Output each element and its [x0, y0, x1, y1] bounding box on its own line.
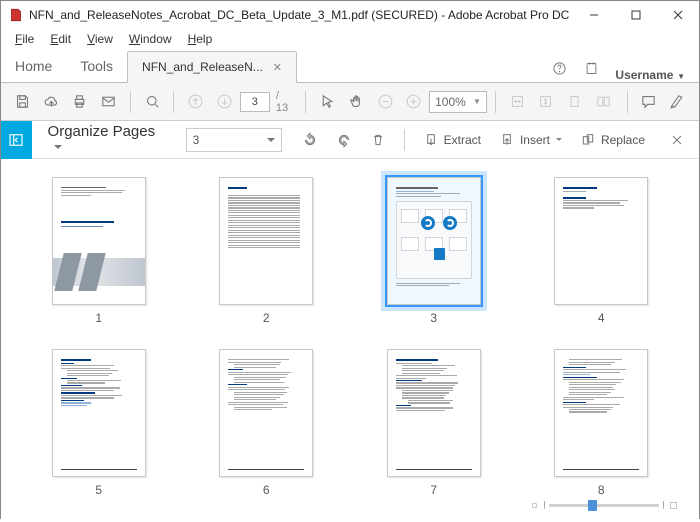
- signin-button[interactable]: Username ▼: [607, 67, 699, 82]
- zoom-out-button[interactable]: [372, 88, 399, 116]
- page-thumbnail-6[interactable]: 6: [197, 349, 337, 497]
- replace-button[interactable]: Replace: [574, 127, 651, 153]
- fit-page-button[interactable]: [533, 88, 560, 116]
- insert-label: Insert: [520, 133, 550, 147]
- zoom-value: 100%: [435, 95, 466, 109]
- page-num-label: 6: [263, 483, 270, 497]
- thumbnail-zoom-slider[interactable]: [529, 498, 679, 512]
- thumbnail-pane: 1 2: [1, 159, 699, 522]
- highlight-button[interactable]: [664, 88, 691, 116]
- search-button[interactable]: [139, 88, 166, 116]
- tab-close-icon[interactable]: ✕: [273, 61, 282, 74]
- tab-document-label: NFN_and_ReleaseN...: [142, 60, 263, 74]
- page-num-label: 5: [95, 483, 102, 497]
- close-organize-button[interactable]: [663, 127, 691, 153]
- zoom-in-button[interactable]: [400, 88, 427, 116]
- rotate-ccw-button[interactable]: [296, 127, 324, 153]
- email-button[interactable]: [95, 88, 122, 116]
- page-num-label: 1: [95, 311, 102, 325]
- select-tool[interactable]: [314, 88, 341, 116]
- view-single-button[interactable]: [561, 88, 588, 116]
- menu-file[interactable]: File: [7, 30, 42, 48]
- page-thumbnail-1[interactable]: 1: [29, 177, 169, 325]
- page-num-label: 7: [430, 483, 437, 497]
- app-icon: [9, 8, 23, 22]
- menu-edit[interactable]: Edit: [42, 30, 79, 48]
- page-thumbnail-2[interactable]: 2: [197, 177, 337, 325]
- notifications-button[interactable]: [577, 54, 605, 82]
- zoom-small-icon: [529, 500, 540, 511]
- page-num-label: 2: [263, 311, 270, 325]
- print-button[interactable]: [66, 88, 93, 116]
- tab-document[interactable]: NFN_and_ReleaseN... ✕: [127, 51, 297, 83]
- hand-tool[interactable]: [343, 88, 370, 116]
- prev-page-button[interactable]: [182, 88, 209, 116]
- next-page-button[interactable]: [211, 88, 238, 116]
- page-thumbnail-7[interactable]: 7: [364, 349, 504, 497]
- window-title: NFN_and_ReleaseNotes_Acrobat_DC_Beta_Upd…: [29, 8, 573, 22]
- comment-button[interactable]: [636, 88, 663, 116]
- save-button[interactable]: [9, 88, 36, 116]
- menu-help[interactable]: Help: [180, 30, 221, 48]
- page-range-value: 3: [193, 133, 200, 147]
- cloud-button[interactable]: [38, 88, 65, 116]
- page-num-label: 4: [598, 311, 605, 325]
- zoom-large-icon: [668, 500, 679, 511]
- rotate-cw-button[interactable]: [330, 127, 358, 153]
- help-button[interactable]: [545, 54, 573, 82]
- delete-page-button[interactable]: [364, 127, 392, 153]
- extract-button[interactable]: Extract: [417, 127, 487, 153]
- page-number-input[interactable]: [240, 92, 270, 112]
- maximize-button[interactable]: [615, 1, 657, 29]
- view-double-button[interactable]: [590, 88, 617, 116]
- page-total: / 13: [272, 90, 298, 114]
- page-num-label: 3: [430, 311, 437, 325]
- tab-home[interactable]: Home: [1, 50, 66, 82]
- side-panel-toggle[interactable]: [1, 121, 32, 159]
- minimize-button[interactable]: [573, 1, 615, 29]
- insert-button[interactable]: Insert: [493, 127, 568, 153]
- extract-label: Extract: [444, 133, 481, 147]
- menu-window[interactable]: Window: [121, 30, 180, 48]
- signin-label: Username: [615, 68, 673, 82]
- tab-tools[interactable]: Tools: [66, 50, 127, 82]
- replace-label: Replace: [601, 133, 645, 147]
- menu-view[interactable]: View: [79, 30, 121, 48]
- page-thumbnail-3[interactable]: 3: [364, 177, 504, 325]
- page-range-select[interactable]: 3: [186, 128, 282, 152]
- zoom-select[interactable]: 100%▼: [429, 91, 487, 113]
- fit-width-button[interactable]: [504, 88, 531, 116]
- page-thumbnail-8[interactable]: 8: [532, 349, 672, 497]
- close-button[interactable]: [657, 1, 699, 29]
- page-thumbnail-4[interactable]: 4: [532, 177, 672, 325]
- organize-title[interactable]: Organize Pages: [44, 123, 168, 157]
- page-thumbnail-5[interactable]: 5: [29, 349, 169, 497]
- page-num-label: 8: [598, 483, 605, 497]
